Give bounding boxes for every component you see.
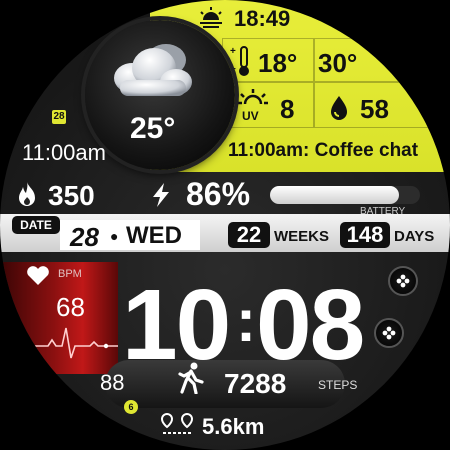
cloud-icon: [114, 44, 192, 96]
uv-cell: [222, 82, 314, 128]
calendar-event: 11:00am: Coffee chat: [228, 140, 419, 161]
temp-high: 30°: [318, 48, 358, 78]
battery-bar: [270, 186, 420, 204]
date-dot: ●: [110, 228, 119, 244]
days-number: 148: [340, 222, 390, 248]
lightning-icon: [153, 183, 169, 207]
complication-value[interactable]: 88: [100, 370, 124, 396]
walking-person-icon: [178, 362, 204, 394]
route-pins-icon: [160, 413, 194, 434]
calendar-time[interactable]: 11:00am: [22, 140, 106, 166]
bpm-label: BPM: [58, 268, 82, 280]
shortcut-button-top[interactable]: [388, 266, 418, 296]
flame-icon: [19, 182, 35, 206]
distance-value: 5.6km: [202, 414, 265, 439]
thermometer-icon: + −: [230, 46, 249, 76]
time-separator: :: [236, 287, 256, 354]
watch-face: 18:49 + − 18° 30° UV 8 58 11:00am: Coffe…: [0, 0, 450, 450]
weeks-number: 22: [228, 222, 270, 248]
shortcut-button-bottom[interactable]: [374, 318, 404, 348]
flower-icon: [382, 326, 396, 340]
heart-icon: [27, 266, 49, 285]
humidity-value: 58: [360, 94, 389, 124]
calendar-badge: 28: [52, 110, 66, 124]
battery-bar-fill: [270, 186, 399, 204]
date-label: DATE: [12, 216, 60, 234]
calories-value[interactable]: 350: [48, 180, 95, 212]
uv-icon: UV: [238, 89, 268, 122]
battery-percent[interactable]: 86%: [186, 176, 250, 213]
complication-badge: 6: [124, 400, 138, 414]
temp-low: 18°: [258, 48, 298, 78]
svg-text:UV: UV: [242, 109, 259, 122]
uv-value: 8: [280, 94, 295, 124]
date-day-number: 28: [70, 222, 99, 252]
flower-icon: [396, 274, 410, 288]
steps-value: 7288: [224, 368, 287, 399]
sunset-icon: [200, 7, 222, 28]
weeks-label: WEEKS: [274, 228, 330, 245]
current-temp: 25°: [130, 112, 176, 145]
steps-label: STEPS: [318, 378, 358, 392]
svg-text:+: +: [230, 46, 236, 57]
heartbeat-line-icon: [30, 327, 118, 359]
humidity-drop-icon: [331, 96, 347, 120]
sunset-time: 18:49: [234, 6, 291, 31]
days-label: DAYS: [394, 228, 435, 245]
bpm-value: 68: [56, 292, 85, 322]
date-weekday: WED: [126, 222, 182, 249]
